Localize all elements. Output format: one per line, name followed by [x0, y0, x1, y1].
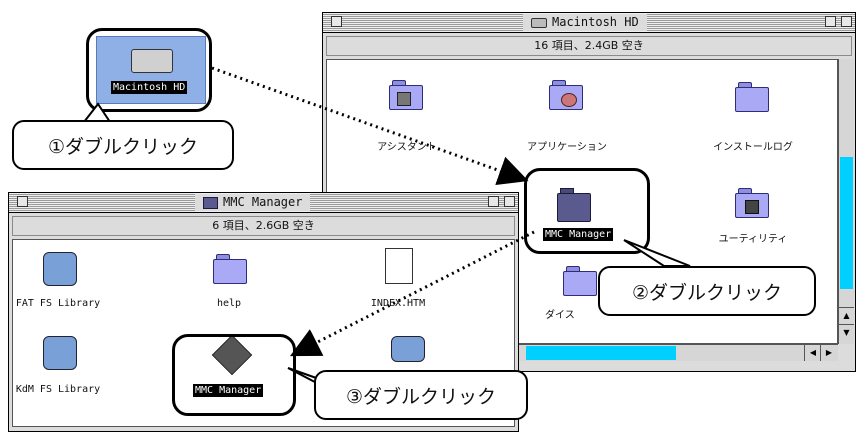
scroll-track-accent — [840, 157, 853, 289]
callout-step1: ①ダブルクリック — [12, 120, 234, 170]
zoom-box[interactable] — [488, 196, 499, 207]
folder-icon[interactable] — [389, 80, 423, 110]
scroll-up-arrow-icon[interactable]: ▲ — [839, 307, 854, 324]
mmc-window-title-plate: MMC Manager — [195, 194, 311, 211]
icon-label-install-log[interactable]: インストールログ — [705, 138, 801, 153]
disk-icon — [531, 17, 547, 28]
library-extension-icon[interactable] — [43, 336, 77, 370]
highlight-ring-mmc-app — [172, 334, 296, 416]
applications-badge-icon — [561, 93, 577, 107]
hd-window-titlebar[interactable]: Macintosh HD — [323, 13, 855, 33]
icon-label-utilities[interactable]: ユーティリティ — [711, 230, 795, 245]
mmc-window-info: 6 項目、2.6GB 空き — [12, 216, 515, 236]
highlight-ring-hd-icon — [86, 28, 212, 112]
highlight-ring-mmc-folder — [524, 168, 650, 254]
icon-label-assistant[interactable]: アシスタント — [367, 138, 447, 153]
icon-label-help[interactable]: help — [209, 298, 249, 309]
collapse-box[interactable] — [504, 196, 515, 207]
hd-window-title: Macintosh HD — [552, 15, 639, 29]
scroll-track-accent — [526, 346, 676, 360]
library-extension-icon[interactable] — [391, 336, 425, 362]
icon-label-applications[interactable]: アプリケーション — [525, 138, 609, 153]
mmc-window-titlebar[interactable]: MMC Manager — [9, 193, 518, 213]
folder-icon[interactable] — [735, 82, 769, 112]
hd-window-title-plate: Macintosh HD — [523, 14, 647, 31]
utilities-badge-icon — [745, 200, 759, 214]
folder-icon[interactable] — [213, 254, 247, 284]
callout-step3: ③ダブルクリック — [314, 370, 528, 420]
close-box[interactable] — [331, 16, 342, 27]
folder-icon — [203, 196, 218, 209]
folder-icon[interactable] — [563, 266, 597, 296]
icon-label-index-htm[interactable]: INDEX.HTM — [365, 298, 431, 309]
icon-label-kdm-fs-library[interactable]: KdM FS Library — [13, 384, 103, 395]
icon-label-fat-fs-library[interactable]: FAT FS Library — [13, 298, 103, 309]
hd-vertical-scrollbar[interactable]: ▲ ▼ — [838, 59, 854, 344]
library-extension-icon[interactable] — [43, 252, 77, 286]
document-icon[interactable] — [385, 248, 413, 284]
hd-window-info: 16 項目、2.4GB 空き — [326, 36, 852, 56]
scroll-left-arrow-icon[interactable]: ◀ — [804, 345, 821, 361]
icon-label-dice[interactable]: ダイス — [545, 306, 575, 321]
callout-step2: ②ダブルクリック — [598, 266, 816, 316]
folder-icon[interactable] — [735, 188, 769, 218]
scroll-right-arrow-icon[interactable]: ▶ — [820, 345, 837, 361]
scroll-down-arrow-icon[interactable]: ▼ — [839, 324, 854, 341]
zoom-box[interactable] — [825, 16, 836, 27]
collapse-box[interactable] — [841, 16, 852, 27]
close-box[interactable] — [17, 196, 28, 207]
folder-icon[interactable] — [549, 80, 583, 110]
assistant-badge-icon — [397, 92, 411, 106]
mmc-window-title: MMC Manager — [223, 195, 303, 209]
